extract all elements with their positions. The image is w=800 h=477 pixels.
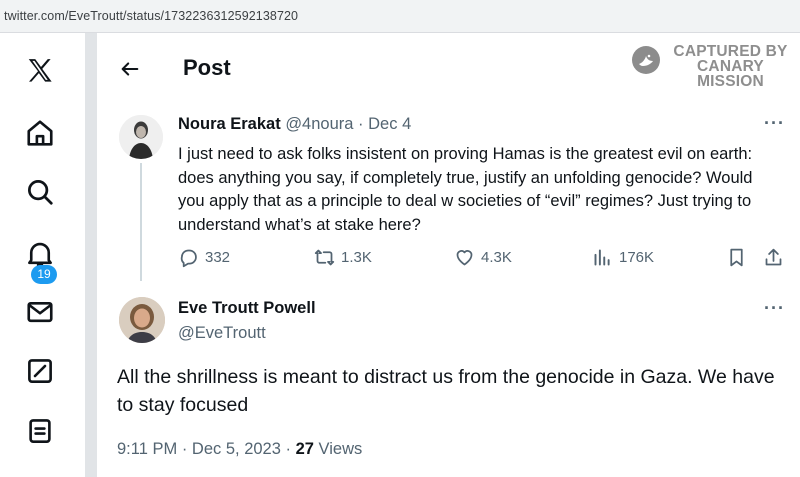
lists-icon[interactable] (22, 413, 58, 449)
analytics-icon (594, 249, 610, 266)
avatar[interactable] (119, 297, 165, 343)
reply-button[interactable]: 332 (178, 247, 230, 268)
author-name[interactable]: Eve Troutt Powell (178, 299, 316, 318)
repost-count: 1.3K (341, 249, 372, 266)
post-metadata: 9:11 PM · Dec 5, 2023 · 27 Views (117, 440, 362, 459)
canary-logo-icon (632, 46, 660, 74)
reply-icon (180, 249, 197, 268)
post-time[interactable]: 9:11 PM (117, 440, 177, 458)
repost-icon (314, 249, 335, 266)
thread-connector-line (140, 163, 142, 281)
like-count: 4.3K (481, 249, 512, 266)
url-text: twitter.com/EveTroutt/status/17322363125… (4, 9, 299, 23)
compose-slash-icon[interactable] (22, 353, 58, 389)
views-label: Views (318, 440, 363, 458)
search-icon[interactable] (22, 174, 58, 210)
bookmark-icon (730, 248, 743, 267)
bookmark-button[interactable] (726, 247, 747, 268)
watermark-line-1: CAPTURED BY (673, 43, 788, 60)
messages-icon[interactable] (22, 294, 58, 330)
watermark-line-2: CANARY MISSION (697, 58, 764, 90)
page-title: Post (183, 55, 231, 80)
capture-watermark: CAPTURED BY CANARY MISSION (632, 43, 797, 89)
repost-button[interactable]: 1.3K (314, 247, 372, 268)
dot-separator: · (181, 440, 188, 458)
back-arrow-icon[interactable] (119, 58, 141, 80)
main-column: Post CAPTURED BY CANARY MISSION Noura Er… (97, 33, 800, 477)
dot-separator: · (358, 115, 364, 133)
like-button[interactable]: 4.3K (454, 247, 512, 268)
more-options-icon[interactable]: ··· (764, 298, 785, 319)
x-logo-icon[interactable] (22, 53, 58, 89)
author-name[interactable]: Noura Erakat (178, 115, 281, 133)
post-text: All the shrillness is meant to distract … (117, 366, 775, 416)
views-button[interactable]: 176K (592, 247, 654, 268)
post-actions-bar: 332 1.3K 4.3K 176K (178, 247, 788, 273)
more-options-icon[interactable]: ··· (764, 113, 785, 134)
left-navigation: 19 (0, 33, 85, 477)
home-icon[interactable] (22, 115, 58, 151)
notification-count-badge: 19 (31, 265, 57, 284)
post-text: I just need to ask folks insistent on pr… (178, 145, 753, 234)
heart-icon (456, 250, 473, 266)
author-handle[interactable]: @4noura (285, 115, 353, 133)
share-icon (765, 248, 782, 266)
views-count: 27 (295, 440, 314, 458)
reply-count: 332 (205, 249, 231, 266)
avatar[interactable] (119, 115, 163, 159)
panel-divider (85, 33, 97, 477)
post-author-line: Noura Erakat @4noura · Dec 4 (178, 115, 411, 134)
share-button[interactable] (763, 247, 784, 268)
post-date[interactable]: Dec 5, 2023 (192, 440, 281, 458)
author-handle[interactable]: @EveTroutt (178, 324, 266, 343)
browser-address-bar[interactable]: twitter.com/EveTroutt/status/17322363125… (0, 0, 800, 33)
dot-separator: · (285, 440, 292, 458)
views-count: 176K (619, 249, 655, 266)
post-date[interactable]: Dec 4 (368, 115, 411, 133)
